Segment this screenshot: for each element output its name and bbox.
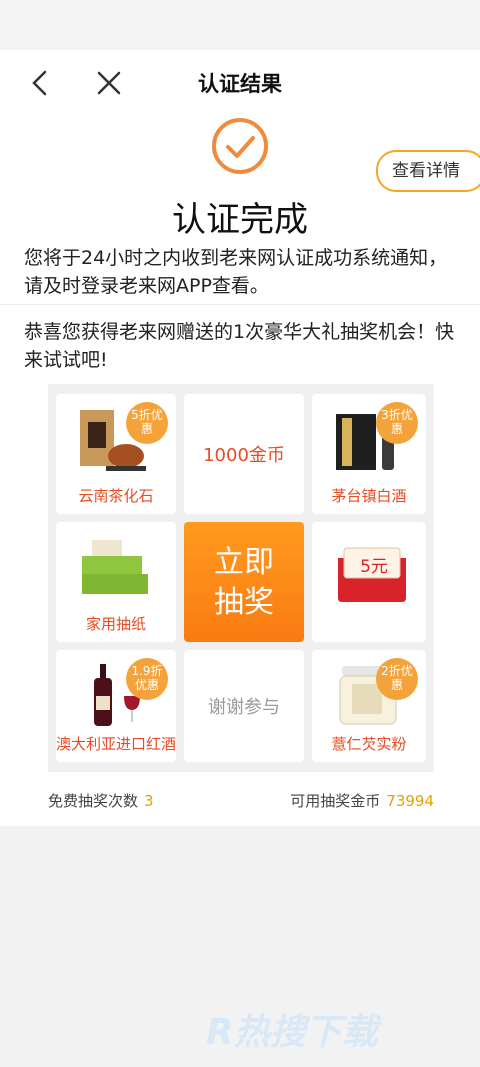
draw-button-line1: 立即: [214, 545, 274, 580]
prize-label: 澳大利亚进口红酒: [56, 735, 176, 753]
prize-cell-thanks: 谢谢参与: [184, 650, 304, 762]
prize-cell-tea: 5折优惠 云南茶化石: [56, 394, 176, 514]
discount-badge: 5折优惠: [126, 402, 168, 444]
prize-cell-liquor: 3折优惠 茅台镇白酒: [312, 394, 426, 514]
red-packet-amount: 5元: [360, 557, 388, 577]
divider: [0, 304, 480, 305]
prize-label: 薏仁芡实粉: [331, 735, 407, 753]
free-draws-value: 3: [144, 792, 154, 810]
tissue-product-icon: [82, 540, 148, 594]
prize-label: 云南茶化石: [78, 487, 154, 505]
result-title: 认证完成: [172, 200, 308, 240]
prize-cell-wine: 1.9折优惠 澳大利亚进口红酒: [56, 650, 176, 762]
lottery-grid: 5折优惠 云南茶化石 1000金币 3折优惠 茅台镇白酒 家用抽纸 立即 抽奖 …: [48, 384, 434, 772]
success-check-icon: [212, 118, 268, 174]
prize-cell-red-packet: 5元: [312, 522, 426, 642]
prize-cell-tissue: 家用抽纸: [56, 522, 176, 642]
coins-label: 可用抽奖金币: [290, 792, 381, 810]
free-draws: 免费抽奖次数 3: [48, 790, 154, 811]
discount-badge: 1.9折优惠: [126, 658, 168, 700]
free-draws-label: 免费抽奖次数: [48, 792, 139, 810]
coins-value: 73994: [386, 792, 434, 810]
prize-label: 家用抽纸: [85, 615, 146, 633]
lottery-stats: 免费抽奖次数 3 可用抽奖金币 73994: [0, 790, 480, 814]
notice-text: 您将于24小时之内收到老来网认证成功系统通知，请及时登录老来网APP查看。: [24, 247, 448, 297]
congrats-text: 恭喜您获得老来网赠送的1次豪华大礼抽奖机会！快来试试吧!: [24, 321, 455, 371]
draw-button[interactable]: 立即 抽奖: [184, 522, 304, 642]
result-card: 认证结果 查看详情 认证完成 您将于24小时之内收到老来网认证成功系统通知，请及…: [0, 50, 480, 826]
prize-label: 茅台镇白酒: [331, 487, 407, 505]
watermark-logo: R热搜下载: [206, 1012, 378, 1053]
prize-cell-coins: 1000金币: [184, 394, 304, 514]
prize-cell-powder: 2折优惠 薏仁芡实粉: [312, 650, 426, 762]
status-bar: [0, 0, 480, 50]
prize-label: 谢谢参与: [208, 697, 280, 718]
nav-bar: 认证结果: [0, 50, 480, 114]
view-details-button[interactable]: 查看详情: [376, 150, 480, 192]
draw-button-line2: 抽奖: [214, 585, 274, 620]
page-title: 认证结果: [198, 72, 282, 96]
discount-badge: 2折优惠: [376, 658, 418, 700]
discount-badge: 3折优惠: [376, 402, 418, 444]
available-coins: 可用抽奖金币 73994: [290, 790, 434, 811]
prize-label: 1000金币: [203, 445, 285, 466]
